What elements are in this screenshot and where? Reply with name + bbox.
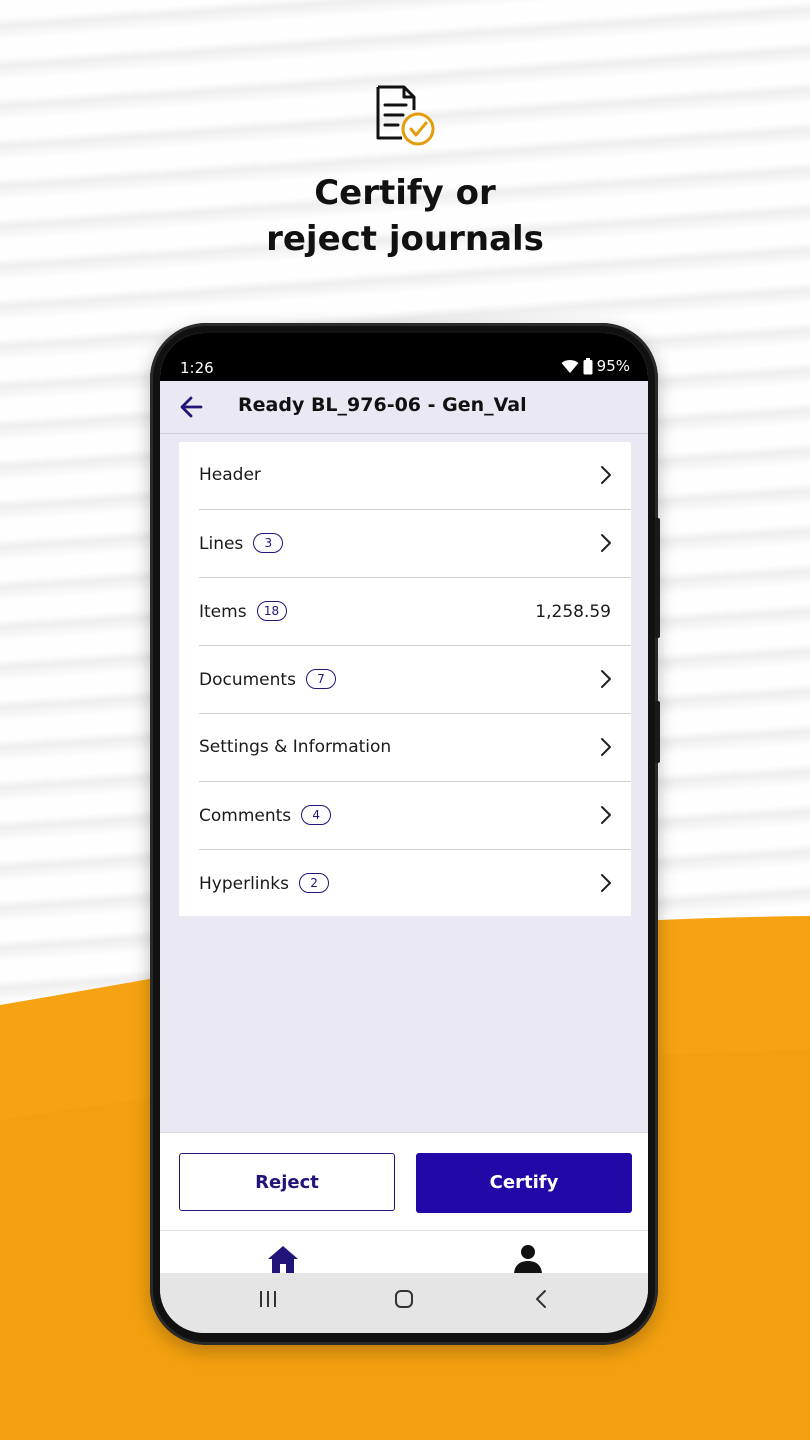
list-item-label-text: Header: [199, 465, 261, 485]
count-badge: 4: [301, 805, 332, 825]
count-badge: 7: [305, 669, 336, 689]
chevron-right-icon: [601, 874, 611, 892]
list-item-label-text: Settings & Information: [199, 737, 392, 757]
promo-headline: Certify or reject journals: [0, 170, 810, 262]
profile-icon[interactable]: [512, 1243, 544, 1275]
document-check-icon: [376, 85, 435, 146]
list-item-header[interactable]: Header: [199, 442, 631, 510]
bottom-navigation: [160, 1230, 648, 1275]
list-item-lines[interactable]: Lines 3: [199, 510, 631, 578]
phone-power-button: [655, 701, 660, 763]
journal-sections-list: Header Lines 3 Items 18 1,258.59 Documents…: [179, 442, 631, 916]
chevron-right-icon: [601, 806, 611, 824]
list-item-settings-information[interactable]: Settings & Information: [199, 714, 631, 782]
app-bar: Ready BL_976-06 - Gen_Val: [160, 381, 648, 434]
home-icon[interactable]: [266, 1245, 300, 1273]
recent-apps-icon[interactable]: [258, 1289, 278, 1309]
promo-headline-line1: Certify or: [314, 173, 496, 213]
chevron-right-icon: [601, 534, 611, 552]
list-item-label-text: Comments: [199, 806, 292, 826]
status-bar: 1:26 95%: [160, 333, 648, 381]
phone-volume-button: [655, 518, 660, 638]
list-item-label: Lines 3: [199, 533, 284, 554]
status-indicators: 95%: [561, 357, 630, 375]
list-item-label-text: Lines: [199, 534, 244, 554]
certify-button[interactable]: Certify: [416, 1153, 632, 1213]
promo-headline-line2: reject journals: [266, 219, 544, 259]
list-item-items[interactable]: Items 18 1,258.59: [199, 578, 631, 646]
list-item-label: Settings & Information: [199, 737, 391, 757]
list-item-documents[interactable]: Documents 7: [199, 646, 631, 714]
chevron-right-icon: [601, 466, 611, 484]
action-bar: Reject Certify: [160, 1132, 648, 1231]
wifi-icon: [561, 359, 579, 373]
arrow-left-icon[interactable]: [176, 393, 206, 421]
reject-button[interactable]: Reject: [179, 1153, 395, 1211]
chevron-right-icon: [601, 670, 611, 688]
list-item-comments[interactable]: Comments 4: [199, 782, 631, 850]
page-title: Ready BL_976-06 - Gen_Val: [238, 394, 527, 416]
list-item-label-text: Documents: [199, 670, 296, 690]
list-item-label: Hyperlinks 2: [199, 873, 330, 894]
count-badge: 18: [256, 601, 287, 621]
back-nav-icon[interactable]: [532, 1289, 552, 1309]
phone-frame: 1:26 95% Ready BL_976-06 - Gen_Val Heade…: [150, 323, 660, 1345]
list-item-label-text: Items: [199, 602, 247, 622]
list-item-label-text: Hyperlinks: [199, 874, 290, 894]
list-item-label: Items 18: [199, 601, 287, 622]
list-item-label: Documents 7: [199, 669, 336, 690]
count-badge: 3: [253, 533, 284, 553]
battery-percent: 95%: [596, 357, 630, 375]
battery-icon: [583, 357, 593, 374]
items-total-value: 1,258.59: [535, 602, 611, 622]
system-navigation-bar: [160, 1273, 648, 1333]
status-time: 1:26: [180, 359, 214, 377]
count-badge: 2: [299, 873, 330, 893]
home-button-icon[interactable]: [394, 1289, 414, 1309]
list-item-label: Header: [199, 465, 261, 485]
phone-screen: 1:26 95% Ready BL_976-06 - Gen_Val Heade…: [160, 333, 648, 1333]
list-item-hyperlinks[interactable]: Hyperlinks 2: [199, 850, 631, 917]
chevron-right-icon: [601, 738, 611, 756]
list-item-label: Comments 4: [199, 805, 332, 826]
